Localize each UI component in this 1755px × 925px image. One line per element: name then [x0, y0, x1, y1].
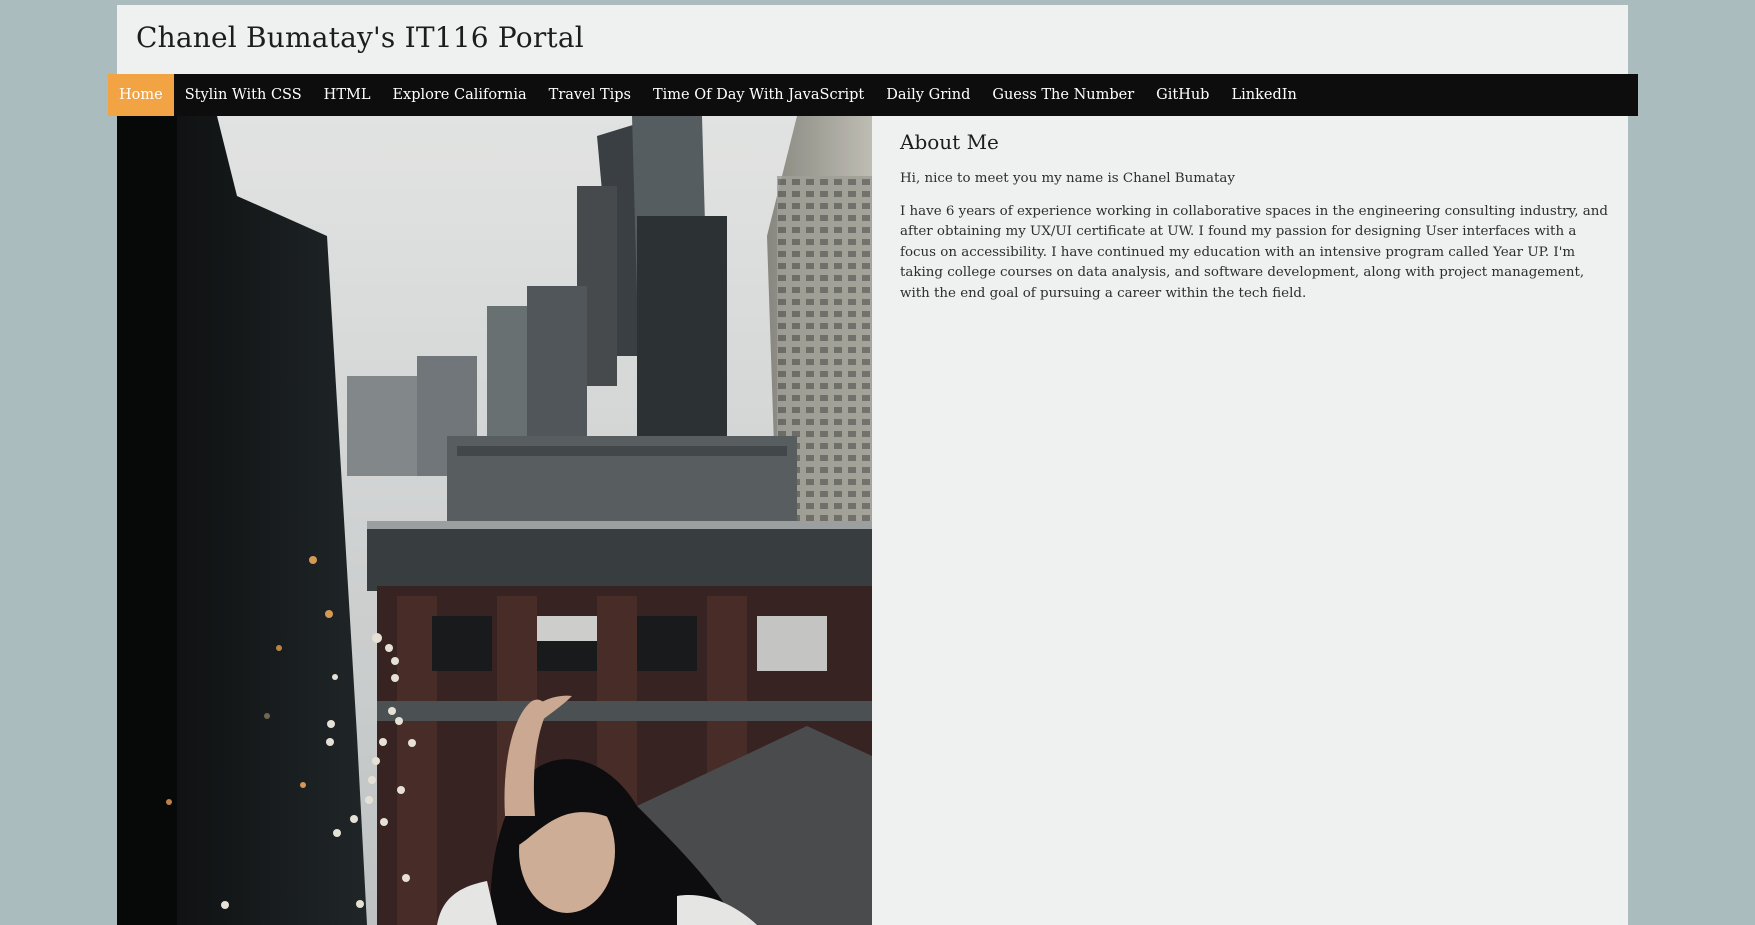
about-body: I have 6 years of experience working in … [900, 203, 1608, 301]
about-heading: About Me [900, 130, 999, 154]
site-title: Chanel Bumatay's IT116 Portal [136, 21, 584, 54]
site-header: Chanel Bumatay's IT116 Portal [117, 5, 1628, 74]
city-portrait-image [117, 116, 872, 925]
about-section: About Me Hi, nice to meet you my name is… [900, 130, 1615, 317]
nav-time-of-day[interactable]: Time Of Day With JavaScript [642, 74, 875, 116]
nav-github[interactable]: GitHub [1145, 74, 1220, 116]
nav-linkedin[interactable]: LinkedIn [1220, 74, 1307, 116]
nav-guess-the-number[interactable]: Guess The Number [981, 74, 1145, 116]
nav-html[interactable]: HTML [313, 74, 382, 116]
profile-photo [117, 116, 872, 925]
main-nav: Home Stylin With CSS HTML Explore Califo… [108, 74, 1638, 116]
nav-travel-tips[interactable]: Travel Tips [538, 74, 642, 116]
nav-stylin-with-css[interactable]: Stylin With CSS [174, 74, 313, 116]
nav-explore-california[interactable]: Explore California [381, 74, 537, 116]
nav-home[interactable]: Home [108, 74, 174, 116]
about-intro: Hi, nice to meet you my name is Chanel B… [900, 171, 1235, 186]
nav-daily-grind[interactable]: Daily Grind [875, 74, 981, 116]
